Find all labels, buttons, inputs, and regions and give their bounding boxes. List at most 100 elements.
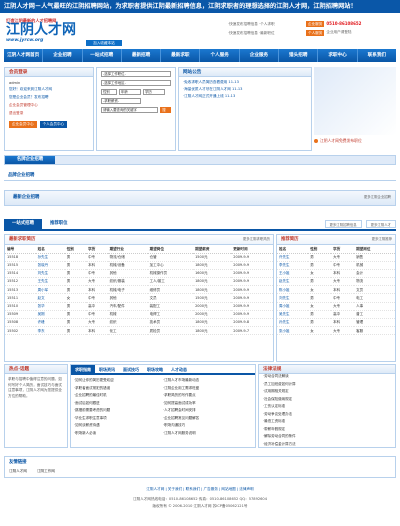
table-cell: 中专 (86, 269, 108, 279)
bookmark-button[interactable]: 加入收藏本站 (86, 40, 122, 46)
list-item[interactable]: ·解除劳动合同的条件 (259, 434, 395, 442)
ad-banner-image[interactable] (314, 67, 396, 135)
list-item[interactable]: ·江阴人才网服务说明 (163, 431, 252, 439)
table-row[interactable]: 王小姐女本科 会计 (277, 269, 395, 279)
personal-center-button[interactable]: 个人会员中心 (39, 121, 68, 129)
table-cell: 2009-9-9 (231, 302, 273, 311)
keyword-input[interactable]: 请输入要查询的关键字 (101, 107, 159, 113)
list-item[interactable]: ·员工加班费如何计算 (259, 382, 395, 390)
table-row[interactable]: 吴先生男高中 普工 (277, 310, 395, 320)
brand-company-label: 品牌企业招聘 (8, 173, 35, 178)
list-item[interactable]: ·职场沟通技巧 (163, 423, 252, 431)
tabs-more-link-2[interactable]: 更多江阴人才 (365, 220, 396, 228)
notice-item[interactable]: ·免收求职人员简历查看费用 11-13 (183, 80, 307, 87)
list-item[interactable]: ·江阴人才市场最新动态 (163, 378, 252, 386)
ad-link[interactable]: 江阴人才网免费发布职位 (314, 138, 396, 144)
header-link-1[interactable]: ·快速发布招聘信息 ·最新职位 (228, 31, 306, 40)
list-item[interactable]: ·最低工资标准 (259, 419, 395, 427)
list-item[interactable]: ·企业招聘常见问题解答 (163, 416, 252, 424)
work-area-select[interactable]: -选择工作地区- (101, 80, 171, 86)
tab-recommended[interactable]: 推荐职位 (42, 219, 76, 229)
table-row[interactable]: 15510 张华男高中 汽车/配件 装配工 2000元 2009-9-9 (5, 302, 273, 311)
list-item[interactable]: ·如何让你的简历更受欢迎 (74, 378, 163, 386)
notice-item[interactable]: ·江阴人才网正式开通上线 11-13 (183, 94, 307, 101)
list-item[interactable]: ·求职者面试常犯的错误 (74, 386, 163, 394)
age-select[interactable]: 年龄 (119, 89, 141, 95)
table-row[interactable]: 张小姐女大专 客服 (277, 326, 395, 336)
news-tab[interactable]: 职场资讯 (95, 365, 119, 373)
footer-links[interactable]: 江阴人才网 | 关于我们 | 联系我们 | 广告服务 | 网站地图 | 法律声明 (4, 486, 396, 493)
tabs-more-link-1[interactable]: 更多江阴招聘信息 (324, 220, 362, 228)
nav-item-latest-resumes[interactable]: 最新求职 (161, 49, 201, 62)
enterprise-service-tag[interactable]: 企业服务 (306, 20, 325, 27)
nav-item-onestop[interactable]: 一站式招聘 (83, 49, 122, 62)
table-row[interactable]: 15515 张晓丹男本科 机械/设备 加工中心 1800元 2009-9-9 (5, 261, 273, 270)
side-advertisement[interactable]: 江阴人才网免费发布职位 (314, 67, 396, 151)
list-item[interactable]: ·社会保险缴纳规定 (259, 397, 395, 405)
list-item[interactable]: ·试用期相关规定 (259, 389, 395, 397)
news-tab[interactable]: 职场攻略 (143, 365, 167, 373)
list-item[interactable]: ·如何谈薪资待遇 (74, 423, 163, 431)
nav-item-contact[interactable]: 联系我们 (358, 49, 396, 62)
list-item[interactable]: ·职场新人必读 (74, 431, 163, 439)
list-item[interactable]: ·人才招聘会时间安排 (163, 408, 252, 416)
table-cell: 技术员 (147, 318, 194, 328)
nav-item-job-center[interactable]: 求职中心 (318, 49, 358, 62)
friend-link[interactable]: 江阴工作网 (37, 469, 55, 473)
table-row[interactable]: 15514 刘先生男中专 其他 机械操作员 1600元 2009-9-9 (5, 269, 273, 279)
nav-item-personal[interactable]: 个人服务 (200, 49, 240, 62)
table-row[interactable]: 15502 李东男本科 化工 质检员 1800元 2009-9-7 (5, 326, 273, 336)
notice-item[interactable]: ·海量优质人才尽在江阴人才网 11-13 (183, 87, 307, 94)
list-item[interactable]: ·毕业生求职注意事项 (74, 416, 163, 424)
gender-select[interactable]: 性别 (101, 89, 117, 95)
list-item[interactable]: ·江阴企业用工需求旺盛 (163, 386, 252, 394)
personal-service-tag[interactable]: 个人服务 (306, 29, 325, 36)
search-button[interactable]: 搜索 (160, 107, 171, 118)
login-red-link-1[interactable]: 退出登录 (9, 111, 89, 119)
nav-item-home[interactable]: 江阴人才网首页 (4, 49, 44, 62)
table-row[interactable]: 15512 王先生男大专 纺织/服装 工人/普工 1800元 2009-9-9 (5, 277, 273, 287)
news-tab[interactable]: 人才动态 (167, 365, 191, 373)
list-item[interactable]: ·劳动合同法解读 (259, 374, 395, 382)
news-tab[interactable]: 求职指南 (71, 365, 95, 373)
news-tab[interactable]: 面试技巧 (119, 365, 143, 373)
table-row[interactable]: 周小姐女大专 人事 (277, 302, 395, 311)
header-link-0[interactable]: ·快速发布招聘信息 ·个人求职 (228, 22, 306, 31)
job-category-select[interactable]: -选择工作职位- (101, 71, 171, 77)
table-row[interactable]: 李先生男中专 机械 (277, 261, 395, 270)
latest-resumes-more[interactable]: 更多江阴求职简历 (243, 237, 270, 241)
list-item[interactable]: ·工伤认定标准 (259, 404, 395, 412)
nav-item-latest-jobs[interactable]: 最新招聘 (122, 49, 162, 62)
table-row[interactable]: 赵先生男大专 物流 (277, 277, 395, 287)
tab-onestop[interactable]: 一站式招聘 (4, 219, 42, 229)
nav-item-company[interactable]: 企业招聘 (43, 49, 83, 62)
nav-item-headhunter[interactable]: 猎头招聘 (279, 49, 319, 62)
table-row[interactable]: 15509 吴刚男中专 机械 电焊工 2000元 2009-9-9 (5, 310, 273, 320)
nav-item-enterprise[interactable]: 企业服务 (240, 49, 280, 62)
table-row[interactable]: 许先生男大专 销售 (277, 253, 395, 262)
enterprise-center-button[interactable]: 企业会员中心 (9, 121, 37, 129)
list-item[interactable]: ·面试后如何跟进 (74, 401, 163, 409)
table-row[interactable]: 陈小姐女本科 文员 (277, 285, 395, 295)
latest-resumes-panel: 最新求职简历 更多江阴求职简历 编号 姓名 性别 学历 期望行业 期望岗位 期望… (4, 234, 274, 362)
salary-select[interactable]: -求职薪资- (101, 98, 141, 104)
list-item[interactable]: ·经济补偿金计算方法 (259, 442, 395, 450)
latest-company-more-link[interactable]: 更多江阴企业招聘 (364, 195, 391, 199)
list-item[interactable]: ·跳槽前需要考虑的问题 (74, 408, 163, 416)
list-item[interactable]: ·企业招聘的最佳时机 (74, 393, 163, 401)
table-row[interactable]: 15508 许峰男大专 纺织 技术员 1800元 2009-9-8 (5, 318, 273, 328)
table-row[interactable]: 孙先生男本科 管理 (277, 318, 395, 328)
list-item[interactable]: ·劳动争议处理办法 (259, 412, 395, 420)
table-row[interactable]: 刘先生男中专 电工 (277, 293, 395, 303)
recommended-more[interactable]: 更多江阴推荐 (372, 237, 392, 241)
list-item[interactable]: ·求职简历的写作要点 (163, 393, 252, 401)
education-select[interactable]: 学历 (143, 89, 165, 95)
table-cell: 15502 (5, 326, 36, 336)
table-row[interactable]: 15518 孙先生男中专 物流/仓储 仓管 1500元 2009-9-9 (5, 253, 273, 262)
list-item[interactable]: ·带薪年假规定 (259, 427, 395, 435)
list-item[interactable]: ·如何提高面试成功率 (163, 401, 252, 409)
table-row[interactable]: 15513 周小军男本科 机械/电子 维修员 1800元 2009-9-9 (5, 285, 273, 295)
friend-link[interactable]: 江阴人才网 (9, 469, 27, 473)
hot-topics-text[interactable]: 求职与招聘中值得注意的问题，如何写好个人简历，面试技巧与面试注意事项，江阴人才网… (8, 377, 64, 399)
table-row[interactable]: 15511 赵文女中专 其他 文员 1500元 2009-9-9 (5, 293, 273, 303)
